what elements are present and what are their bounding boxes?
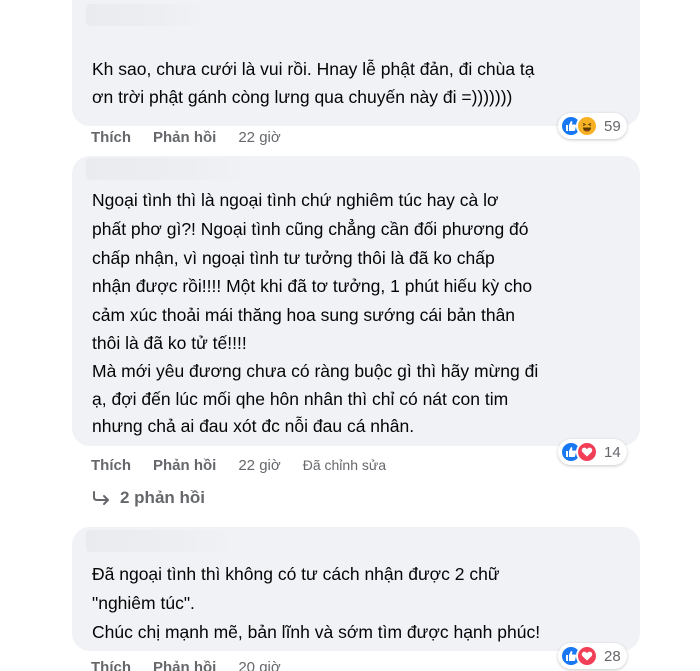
- haha-icon: [576, 115, 598, 137]
- reaction-count: 59: [604, 117, 621, 135]
- comment-time[interactable]: 22 giờ: [238, 457, 280, 474]
- comment-time[interactable]: 20 giờ: [238, 659, 280, 671]
- comment-text-line: chấp nhận, vì ngoại tình tư tưởng thôi l…: [92, 248, 495, 268]
- reply-button[interactable]: Phản hồi: [153, 457, 216, 474]
- comment-actions: Thích Phản hồi 22 giờ Đã chỉnh sửa: [91, 454, 408, 476]
- comment-bubble: Đã ngoại tình thì không có tư cách nhận …: [72, 527, 640, 651]
- comment-bubble: Kh sao, chưa cưới là vui rồi. Hnay lễ ph…: [72, 0, 640, 126]
- reaction-summary[interactable]: 28: [558, 643, 627, 669]
- love-icon: [576, 645, 598, 667]
- comment-text-line: phất phơ gì?! Ngoại tình cũng chẳng cần …: [92, 219, 529, 239]
- reply-button[interactable]: Phản hồi: [153, 129, 216, 146]
- comment-text-line: Kh sao, chưa cưới là vui rồi. Hnay lễ ph…: [92, 59, 535, 79]
- blurred-author-name: [86, 530, 236, 552]
- comment-time[interactable]: 22 giờ: [238, 129, 280, 146]
- comment-text-line: nhận được rồi!!!! Một khi đã tơ tưởng, 1…: [92, 276, 533, 296]
- replies-count-label: 2 phản hồi: [120, 488, 205, 507]
- view-replies-button[interactable]: 2 phản hồi: [92, 486, 205, 510]
- reaction-summary[interactable]: 59: [558, 113, 627, 139]
- blurred-author-name: [86, 4, 206, 26]
- love-icon: [576, 441, 598, 463]
- reply-arrow-icon: [93, 491, 109, 505]
- reaction-count: 14: [604, 443, 621, 461]
- reaction-count: 28: [604, 647, 621, 665]
- comment-text-line: ạ, đợi đến lúc mối qhe hôn nhân thì chỉ …: [92, 389, 509, 409]
- comment-actions: Thích Phản hồi 22 giờ: [91, 126, 303, 148]
- comment-text-line: Chúc chị mạnh mẽ, bản lĩnh và sớm tìm đư…: [92, 622, 541, 642]
- comments-section: Kh sao, chưa cưới là vui rồi. Hnay lễ ph…: [0, 0, 700, 671]
- like-button[interactable]: Thích: [91, 659, 131, 671]
- reply-button[interactable]: Phản hồi: [153, 659, 216, 671]
- comment-text-line: thôi là đã ko tử tế!!!!: [92, 333, 247, 353]
- comment-text-line: nhưng chả ai đau xót đc nỗi đau cá nhân.: [92, 416, 415, 436]
- comment-bubble: Ngoại tình thì là ngoại tình chứ nghiêm …: [72, 156, 640, 446]
- comment-text-line: Mà mới yêu đương chưa có ràng buộc gì th…: [92, 361, 539, 381]
- comment-text-line: "nghiêm túc".: [92, 593, 195, 613]
- comment-text-line: Ngoại tình thì là ngoại tình chứ nghiêm …: [92, 190, 499, 210]
- comment-actions: Thích Phản hồi 20 giờ: [91, 656, 303, 671]
- comment-text-line: Đã ngoại tình thì không có tư cách nhận …: [92, 564, 500, 584]
- edited-label: Đã chỉnh sửa: [302, 457, 387, 473]
- comment-text-line: cảm xúc thoải mái thăng hoa sung sướng c…: [92, 305, 516, 325]
- like-button[interactable]: Thích: [91, 457, 131, 474]
- reaction-summary[interactable]: 14: [558, 439, 627, 465]
- like-button[interactable]: Thích: [91, 129, 131, 146]
- blurred-author-name: [86, 158, 251, 180]
- comment-text-line: ơn trời phật gánh còng lưng qua chuyến n…: [92, 87, 513, 107]
